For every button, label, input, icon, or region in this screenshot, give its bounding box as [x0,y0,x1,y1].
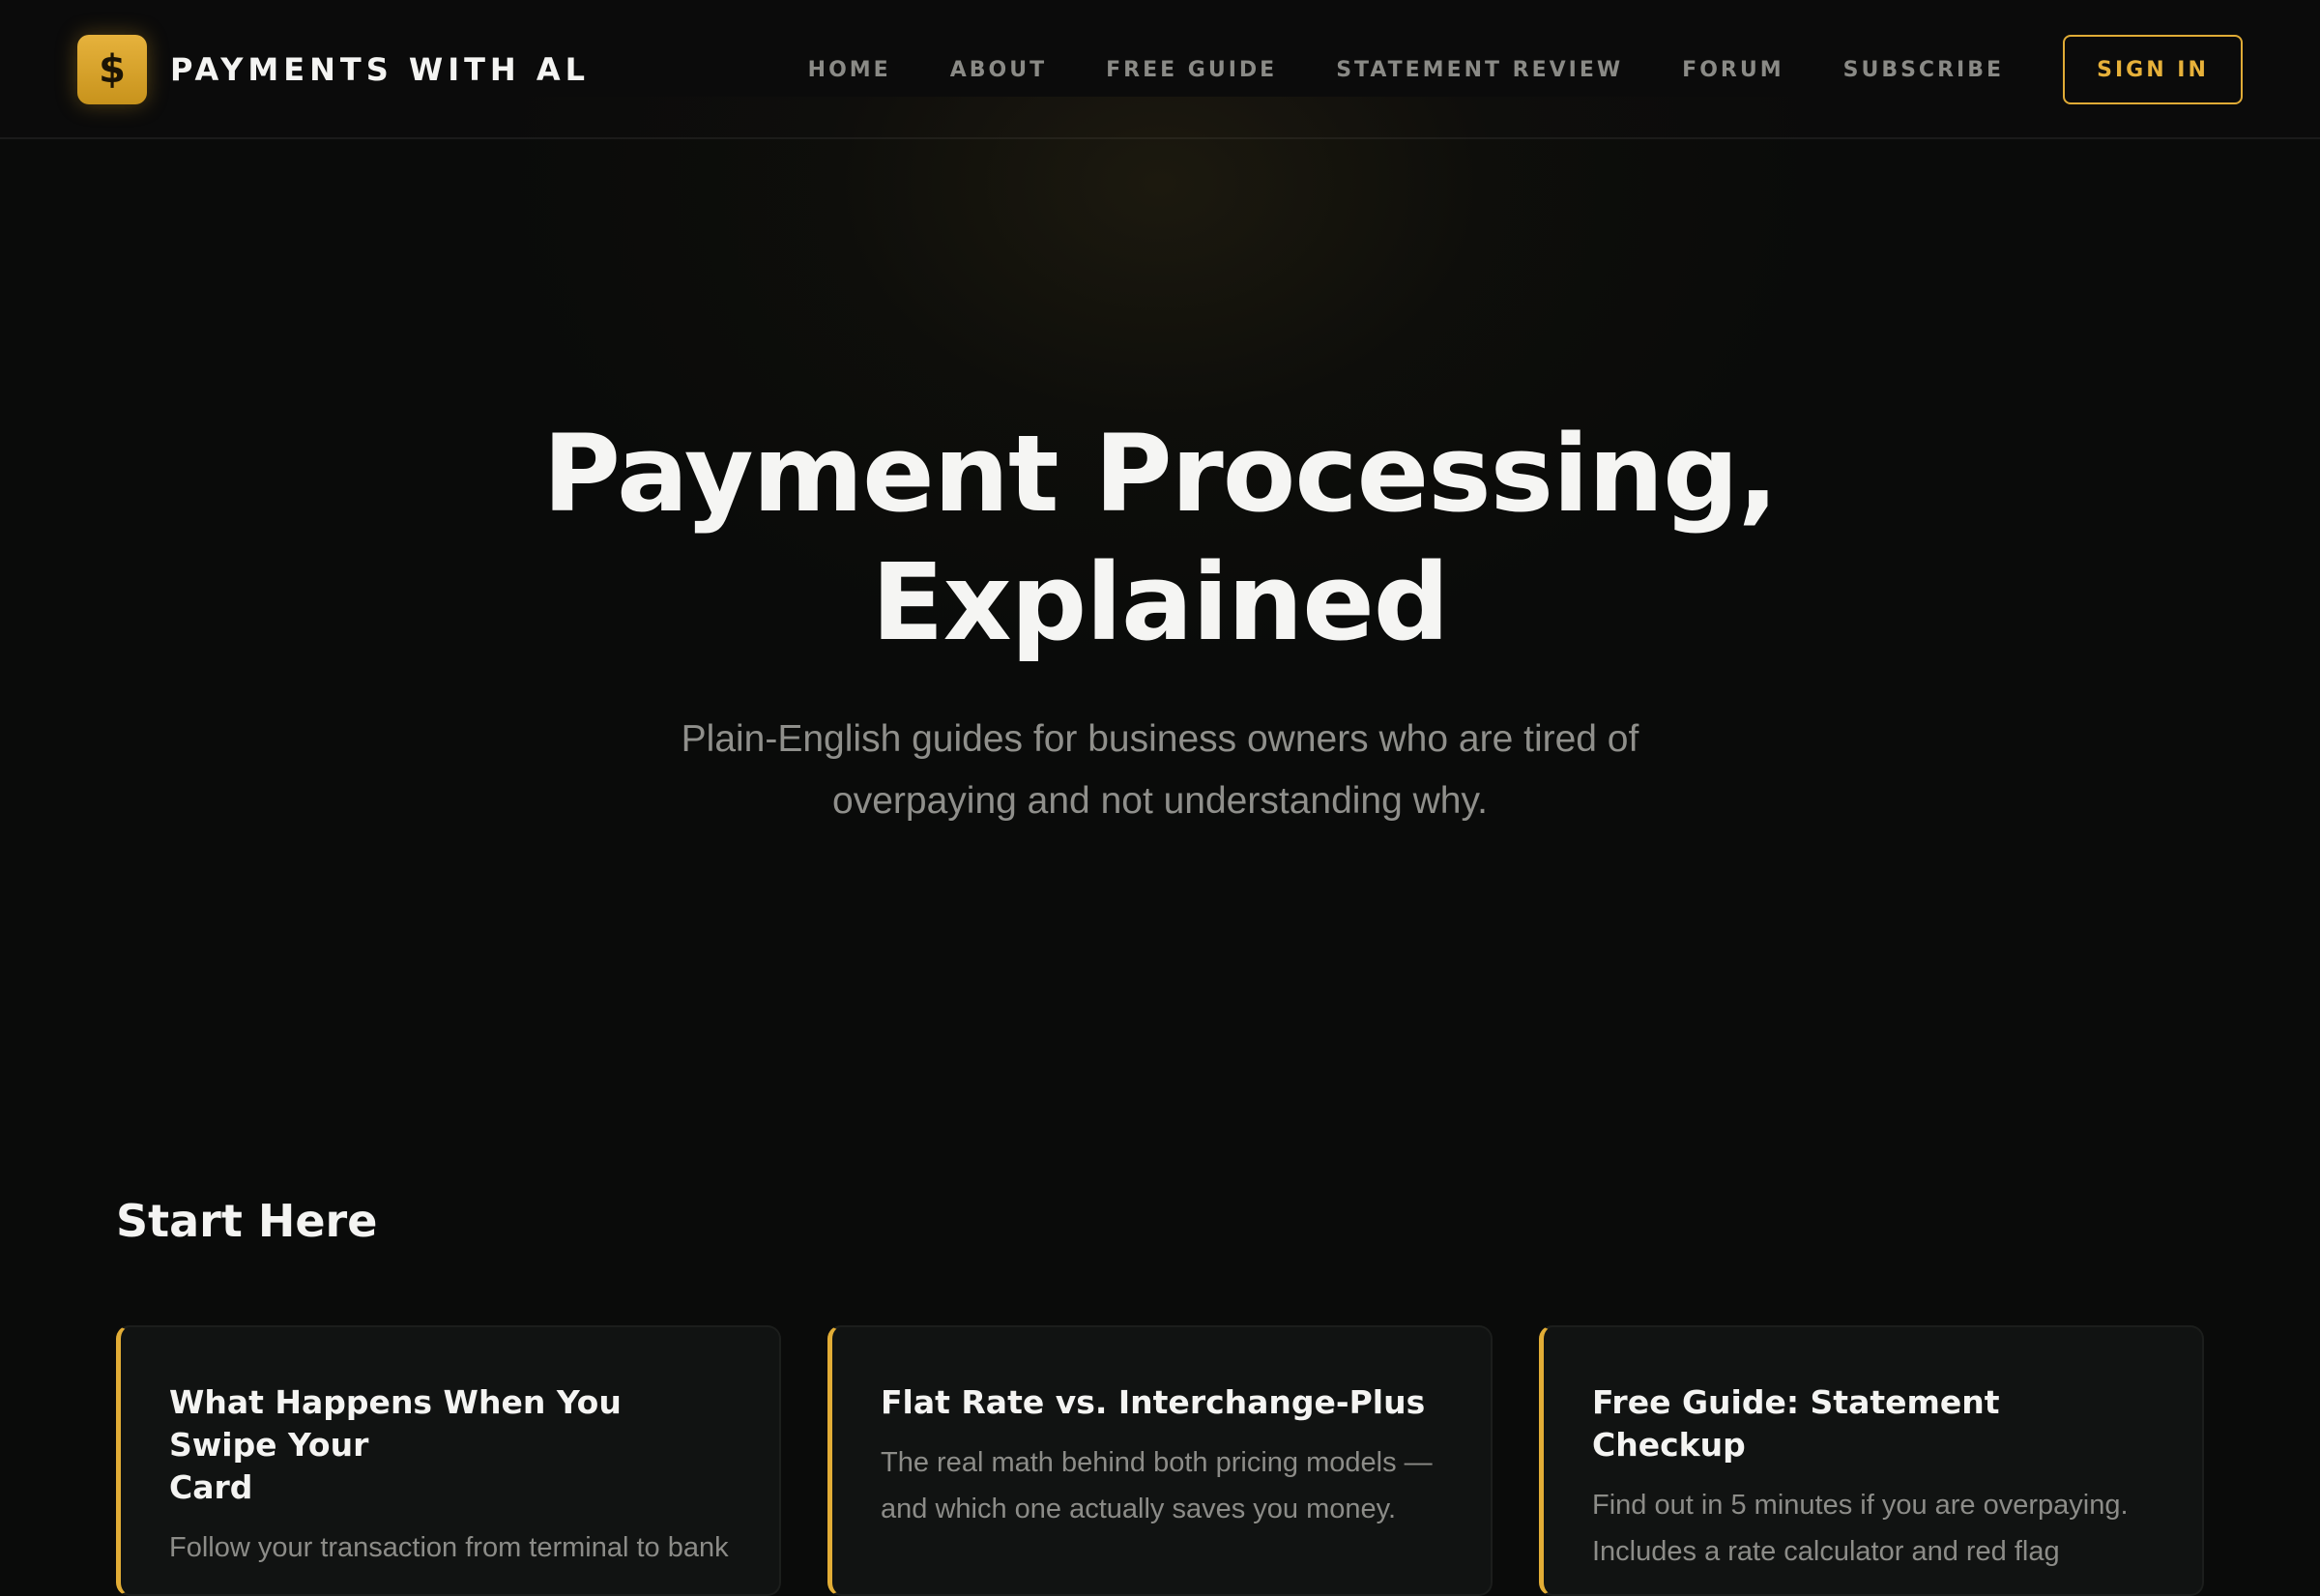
sign-in-button[interactable]: SIGN IN [2063,35,2243,104]
card-desc-line-1: Find out in 5 minutes if you are overpay… [1592,1490,2129,1521]
hero-title: Payment Processing, Explained [0,410,2320,667]
card-title-line-1: What Happens When You Swipe Your [169,1383,622,1464]
card-desc-line-2: Includes a rate calculator and red flag [1592,1536,2060,1567]
nav-link-home[interactable]: HOME [808,58,891,82]
hero-title-line-1: Payment Processing, [542,412,1778,536]
dollar-sign-icon: $ [77,35,147,104]
card-description: The real math behind both pricing models… [881,1439,1444,1532]
nav-link-statement-review[interactable]: STATEMENT REVIEW [1336,58,1623,82]
guide-card-statement-checkup[interactable]: Free Guide: Statement Checkup Find out i… [1539,1325,2204,1596]
card-description: Follow your transaction from terminal to… [169,1524,733,1571]
card-title: Flat Rate vs. Interchange-Plus [881,1381,1444,1424]
card-title: Free Guide: Statement Checkup [1592,1381,2156,1466]
brand-logo-link[interactable]: $ PAYMENTS WITH AL [77,35,590,104]
guide-card-swipe[interactable]: What Happens When You Swipe Your Card Fo… [116,1325,781,1596]
card-desc-line-1: The real math behind both pricing models… [881,1447,1433,1478]
top-navigation: $ PAYMENTS WITH AL HOME ABOUT FREE GUIDE… [0,0,2320,139]
nav-link-about[interactable]: ABOUT [950,58,1047,82]
card-description: Find out in 5 minutes if you are overpay… [1592,1482,2156,1575]
guide-card-flat-rate[interactable]: Flat Rate vs. Interchange-Plus The real … [827,1325,1493,1596]
hero-subtitle: Plain-English guides for business owners… [580,709,1740,832]
nav-link-subscribe[interactable]: SUBSCRIBE [1843,58,2004,82]
hero-subtitle-line-2: overpaying and not understanding why. [832,780,1488,822]
card-title-line-1: Flat Rate vs. Interchange-Plus [881,1383,1426,1421]
hero-title-line-2: Explained [871,540,1449,664]
card-desc-line-1: Follow your transaction from terminal to… [169,1532,729,1563]
nav-links: HOME ABOUT FREE GUIDE STATEMENT REVIEW F… [808,35,2243,104]
card-title-line-2: Card [169,1468,253,1506]
card-title: What Happens When You Swipe Your Card [169,1381,733,1509]
card-desc-line-2: and which one actually saves you money. [881,1494,1397,1524]
nav-link-free-guide[interactable]: FREE GUIDE [1106,58,1277,82]
brand-name: PAYMENTS WITH AL [170,51,590,88]
nav-link-forum[interactable]: FORUM [1682,58,1784,82]
logo-glyph: $ [99,47,126,92]
start-here-heading: Start Here [116,1195,378,1247]
hero-subtitle-line-1: Plain-English guides for business owners… [681,718,1639,760]
card-title-line-1: Free Guide: Statement Checkup [1592,1383,2000,1464]
